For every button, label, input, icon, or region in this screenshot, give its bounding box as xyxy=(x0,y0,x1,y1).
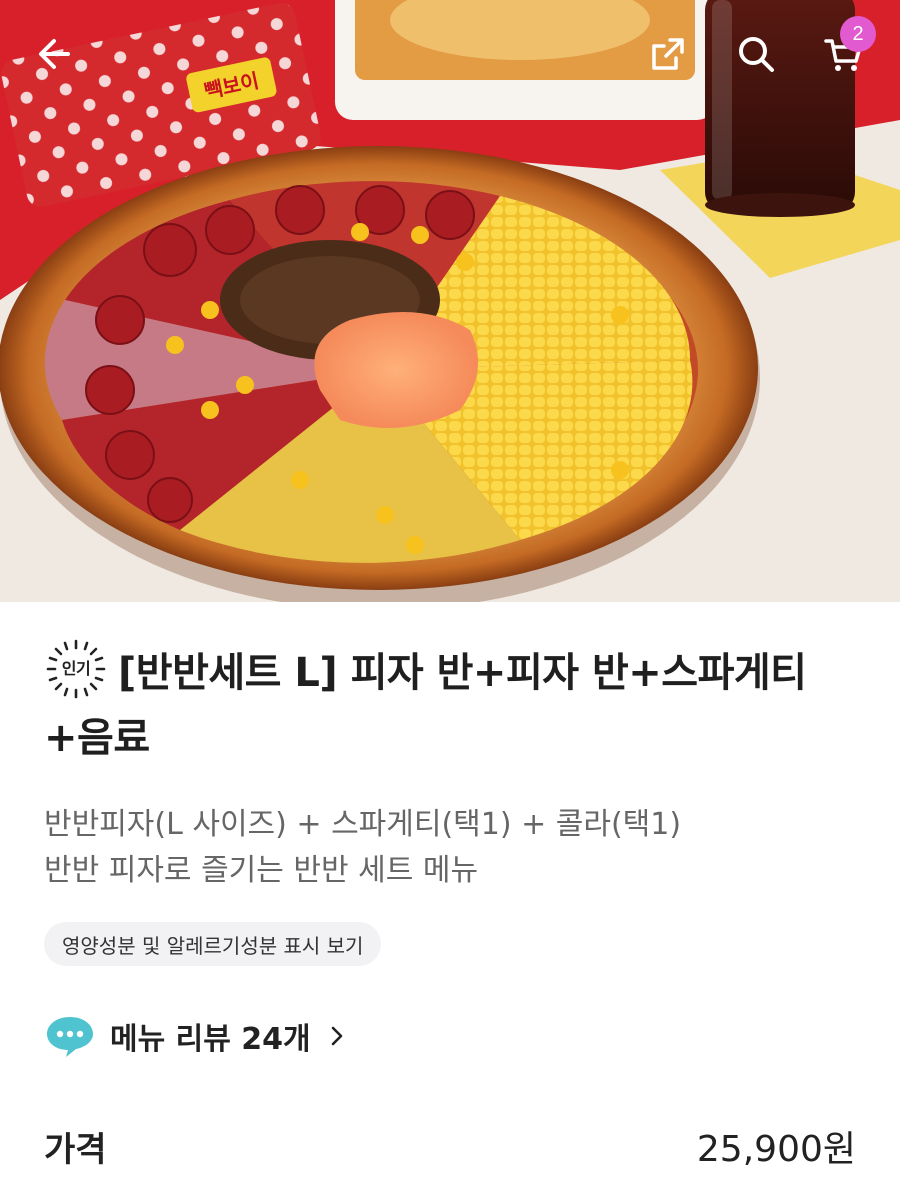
popular-badge: 인기 xyxy=(44,637,108,701)
cart-button[interactable]: 2 xyxy=(812,16,876,86)
product-hero-image: 빽보이 2 xyxy=(0,0,900,602)
menu-review-link[interactable]: 메뉴 리뷰 24개 xyxy=(44,1014,345,1058)
price-label: 가격 xyxy=(44,1129,107,1170)
speech-bubble-icon xyxy=(47,1017,93,1057)
search-icon xyxy=(739,37,774,72)
share-button[interactable] xyxy=(636,22,700,86)
chevron-right-icon xyxy=(331,1026,342,1046)
back-button[interactable] xyxy=(22,22,86,86)
product-title-text: [반반세트 L] 피자 반+피자 반+스파게티+음료 xyxy=(44,650,807,761)
price-row: 가격 25,900원 xyxy=(44,1120,856,1172)
share-icon xyxy=(652,38,684,70)
cart-count-badge: 2 xyxy=(840,16,876,52)
price-value: 25,900원 xyxy=(696,1129,856,1170)
back-arrow-icon xyxy=(39,39,70,69)
product-description-line1: 반반피자(L 사이즈) + 스파게티(택1) + 콜라(택1) xyxy=(44,807,682,842)
product-title: 인기 [반반세트 L] 피자 반+피자 반+스파게티+음료 xyxy=(44,639,864,769)
menu-review-label: 메뉴 리뷰 24개 xyxy=(110,1022,311,1057)
product-description-line2: 반반 피자로 즐기는 반반 세트 메뉴 xyxy=(44,853,479,888)
pizza-photo: 빽보이 xyxy=(0,0,900,602)
product-info-section: 인기 [반반세트 L] 피자 반+피자 반+스파게티+음료 반반피자(L 사이즈… xyxy=(0,602,900,1200)
product-description: 반반피자(L 사이즈) + 스파게티(택1) + 콜라(택1) 반반 피자로 즐… xyxy=(44,802,681,894)
product-title-block: 인기 [반반세트 L] 피자 반+피자 반+스파게티+음료 xyxy=(44,639,864,769)
search-button[interactable] xyxy=(724,22,788,86)
popular-badge-label: 인기 xyxy=(61,659,91,678)
nutrition-allergy-button[interactable]: 영양성분 및 알레르기성분 표시 보기 xyxy=(44,922,382,966)
